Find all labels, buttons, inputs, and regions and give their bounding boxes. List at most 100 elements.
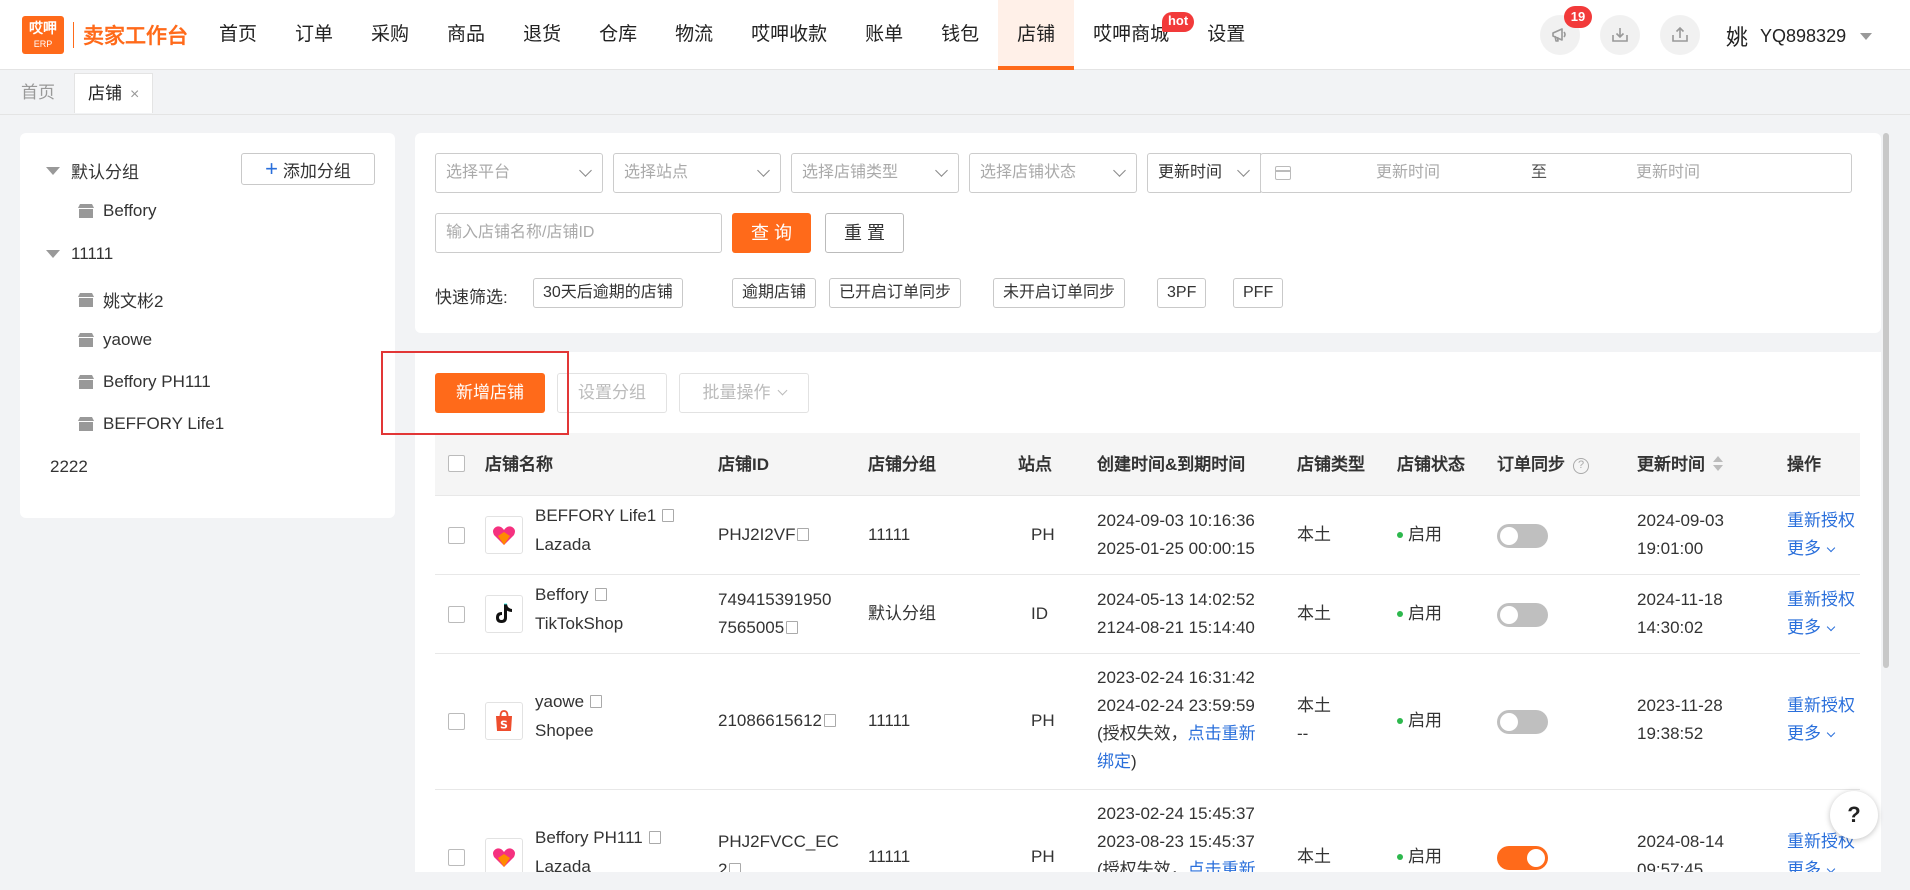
nav-mall[interactable]: 哎呷商城 hot — [1074, 0, 1195, 70]
nav-purchase[interactable]: 采购 — [352, 0, 428, 70]
svg-text:S: S — [500, 719, 508, 732]
shop-search-input[interactable]: 输入店铺名称/店铺ID — [435, 213, 722, 253]
add-group-button[interactable]: + 添加分组 — [241, 153, 375, 185]
expand-icon[interactable] — [46, 166, 60, 175]
download-button[interactable] — [1600, 15, 1640, 55]
nav-warehouse[interactable]: 仓库 — [580, 0, 656, 70]
reauthorize-link[interactable]: 重新授权 — [1787, 586, 1855, 614]
shop-status-select[interactable]: 选择店铺状态 — [969, 153, 1137, 193]
more-menu[interactable]: 更多 — [1787, 720, 1836, 748]
sort-icon[interactable] — [1713, 456, 1723, 472]
nav-logistics[interactable]: 物流 — [656, 0, 732, 70]
date-start-placeholder: 更新时间 — [1376, 164, 1441, 181]
updated-time: 19:38:52 — [1637, 724, 1704, 743]
quick-filter-3pf[interactable]: 3PF — [1157, 278, 1207, 308]
copy-icon[interactable] — [590, 695, 603, 708]
reauthorize-link[interactable]: 重新授权 — [1787, 507, 1855, 535]
quick-filter-pff[interactable]: PFF — [1233, 278, 1284, 308]
sidebar-shop-beffory-ph111[interactable]: Beffory PH111 — [77, 372, 211, 392]
copy-icon[interactable] — [648, 831, 661, 844]
help-icon[interactable]: ? — [1573, 458, 1589, 474]
order-sync-toggle[interactable] — [1497, 524, 1548, 548]
nav-settings[interactable]: 设置 — [1188, 0, 1264, 70]
shop-platform: TikTokShop — [535, 614, 624, 633]
nav-bills[interactable]: 账单 — [846, 0, 922, 70]
col-shop-id: 店铺ID — [718, 455, 769, 474]
copy-icon[interactable] — [786, 621, 799, 634]
quick-filter-sync-off[interactable]: 未开启订单同步 — [993, 278, 1126, 308]
more-menu[interactable]: 更多 — [1787, 614, 1836, 642]
platform-select[interactable]: 选择平台 — [435, 153, 603, 193]
tab-home[interactable]: 首页 — [8, 73, 68, 113]
date-range-picker[interactable]: 更新时间 至 更新时间 — [1260, 153, 1852, 193]
copy-icon[interactable] — [594, 588, 607, 601]
rebind-link-cont[interactable]: 绑定 — [1097, 752, 1131, 771]
close-icon[interactable]: × — [130, 86, 139, 103]
quick-filter-expiring-30d[interactable]: 30天后逾期的店铺 — [533, 278, 683, 308]
updated-date: 2024-09-03 — [1637, 511, 1724, 530]
nav-returns[interactable]: 退货 — [504, 0, 580, 70]
reauthorize-link[interactable]: 重新授权 — [1787, 692, 1855, 720]
query-button[interactable]: 查 询 — [732, 213, 811, 253]
nav-payment[interactable]: 哎呷收款 — [732, 0, 846, 70]
copy-icon[interactable] — [824, 714, 837, 727]
download-icon — [1612, 28, 1628, 42]
copy-icon[interactable] — [662, 509, 675, 522]
row-checkbox[interactable] — [448, 849, 465, 866]
site-placeholder: 选择站点 — [624, 164, 689, 181]
site-select[interactable]: 选择站点 — [613, 153, 781, 193]
more-menu[interactable]: 更多 — [1787, 535, 1836, 563]
logo[interactable]: 哎呷 ERP 卖家工作台 — [22, 16, 188, 54]
rebind-link[interactable]: 点击重新 — [1188, 724, 1256, 743]
nav-products[interactable]: 商品 — [428, 0, 504, 70]
table-row: BEFFORY Life1 Lazada PHJ2I2VF 11111 PH 2… — [435, 496, 1860, 575]
set-group-button[interactable]: 设置分组 — [557, 373, 667, 413]
reset-button[interactable]: 重 置 — [825, 213, 904, 253]
row-checkbox[interactable] — [448, 606, 465, 623]
group-default[interactable]: 默认分组 — [46, 158, 139, 183]
select-all-checkbox[interactable] — [448, 455, 465, 472]
batch-actions-button[interactable]: 批量操作 — [679, 373, 809, 413]
shop-group: 11111 — [868, 525, 911, 544]
shop-type-select[interactable]: 选择店铺类型 — [791, 153, 959, 193]
group-11111[interactable]: 11111 — [46, 244, 113, 264]
nav-wallet[interactable]: 钱包 — [922, 0, 998, 70]
col-actions: 操作 — [1787, 455, 1821, 474]
sidebar-shop-yaowe[interactable]: yaowe — [77, 330, 152, 350]
expand-icon[interactable] — [46, 250, 60, 258]
upload-icon — [1672, 26, 1688, 42]
store-icon — [78, 204, 94, 218]
quick-filter-overdue[interactable]: 逾期店铺 — [732, 278, 817, 308]
store-icon — [78, 417, 94, 431]
col-order-sync-label: 订单同步 — [1497, 455, 1565, 474]
nav-orders[interactable]: 订单 — [276, 0, 352, 70]
quick-filter-sync-on[interactable]: 已开启订单同步 — [829, 278, 962, 308]
nav-shops[interactable]: 店铺 — [998, 0, 1075, 70]
help-button[interactable]: ? — [1830, 791, 1878, 839]
page-scrollbar[interactable] — [1883, 133, 1889, 668]
nav-home[interactable]: 首页 — [200, 0, 276, 70]
shop-type: 本土 — [1297, 696, 1331, 715]
row-checkbox[interactable] — [448, 713, 465, 730]
sidebar-shop-beffory-life1[interactable]: BEFFORY Life1 — [77, 414, 224, 434]
sidebar-shop-beffory[interactable]: Beffory — [77, 201, 157, 221]
announcement-button[interactable]: 19 — [1540, 6, 1592, 55]
tab-shops[interactable]: 店铺 × — [74, 73, 154, 113]
user-menu[interactable]: 姚 YQ898329 — [1726, 20, 1873, 52]
lazada-logo-icon — [485, 838, 523, 876]
shop-name: yaowe — [535, 688, 603, 716]
sidebar-shop-yaowenbin2[interactable]: 姚文彬2 — [77, 287, 163, 312]
table-header: 店铺名称 店铺ID 店铺分组 站点 创建时间&到期时间 店铺类型 店铺状态 订单… — [435, 433, 1860, 496]
order-sync-toggle[interactable] — [1497, 710, 1548, 734]
col-created-expire: 创建时间&到期时间 — [1097, 455, 1246, 474]
row-checkbox[interactable] — [448, 527, 465, 544]
plus-icon: + — [265, 156, 278, 181]
copy-icon[interactable] — [797, 528, 810, 541]
col-updated-time[interactable]: 更新时间 — [1637, 433, 1723, 496]
time-field-select[interactable]: 更新时间 — [1147, 153, 1261, 193]
export-button[interactable] — [1660, 15, 1700, 55]
shop-subtype: -- — [1297, 724, 1309, 743]
order-sync-toggle[interactable] — [1497, 603, 1548, 627]
order-sync-toggle[interactable] — [1497, 846, 1548, 870]
group-2222[interactable]: 2222 — [50, 457, 88, 477]
